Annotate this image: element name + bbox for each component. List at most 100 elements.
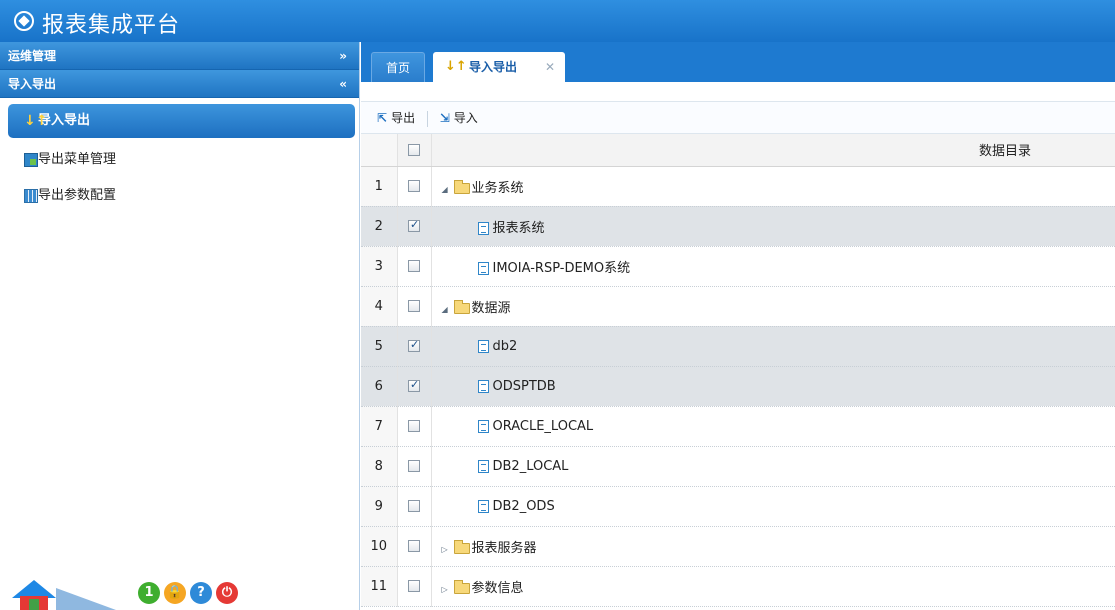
export-button[interactable]: ⇱ 导出 — [377, 102, 415, 134]
tab-bar: 首页 ↓↑ 导入导出 ✕ — [361, 42, 1115, 82]
row-checkbox[interactable] — [408, 580, 420, 592]
row-checkbox[interactable] — [408, 218, 420, 232]
export-icon: ⇱ — [377, 111, 388, 125]
tree-collapsed-icon[interactable]: ▷ — [442, 585, 454, 594]
import-button[interactable]: ⇲ 导入 — [440, 102, 478, 134]
lock-icon[interactable]: 🔒 — [164, 582, 186, 604]
row-number: 2 — [361, 206, 398, 247]
column-header-directory[interactable]: 数据目录 — [431, 134, 1115, 167]
sidebar-item-label: 导出菜单管理 — [38, 152, 117, 167]
user-icon[interactable]: 1 — [138, 582, 160, 604]
folder-icon — [453, 179, 470, 194]
tree-node-label: 业务系统 — [471, 180, 524, 196]
sidebar-bottom-bar: 1 🔒 ? ⏻ — [0, 570, 360, 610]
chevron-up-icon[interactable]: « — [339, 70, 347, 98]
row-checkbox[interactable] — [408, 500, 420, 512]
export-label: 导出 — [391, 111, 416, 125]
table-row[interactable]: 10 ▷ 报表服务器 — [361, 526, 1115, 567]
row-checkbox[interactable] — [408, 378, 420, 392]
tab-label: 导入导出 — [469, 60, 518, 74]
table-row[interactable]: 11 ▷ 参数信息 — [361, 566, 1115, 607]
tree-node-label: 参数信息 — [471, 580, 524, 596]
row-checkbox[interactable] — [408, 460, 420, 472]
decor-triangle — [56, 588, 116, 610]
sidebar-section-import-export[interactable]: 导入导出 « — [0, 70, 359, 98]
row-number: 4 — [361, 286, 398, 327]
tree-expanded-icon[interactable]: ◢ — [442, 185, 454, 194]
tree-node-label: db2 — [492, 338, 518, 354]
table-row[interactable]: 2 报表系统 — [361, 206, 1115, 247]
document-icon — [477, 379, 489, 393]
spacer-row — [361, 82, 1115, 102]
tree-node-label: 报表服务器 — [471, 540, 537, 556]
sort-arrows-icon: ↓↑ — [445, 59, 467, 74]
help-icon[interactable]: ? — [190, 582, 212, 604]
tree-node-label: DB2_ODS — [492, 498, 555, 514]
table-row[interactable]: 7 ORACLE_LOCAL — [361, 406, 1115, 447]
row-checkbox[interactable] — [408, 300, 420, 312]
row-number: 10 — [361, 526, 398, 567]
row-number: 3 — [361, 246, 398, 287]
row-number: 8 — [361, 446, 398, 487]
document-icon — [477, 419, 489, 433]
table-header-row: 数据目录 — [361, 134, 1115, 167]
sidebar-section-label: 运维管理 — [8, 49, 57, 63]
row-number: 11 — [361, 566, 398, 607]
table-row[interactable]: 9 DB2_ODS — [361, 486, 1115, 527]
row-checkbox[interactable] — [408, 260, 420, 272]
tree-node-label: ODSPTDB — [492, 378, 556, 394]
tree-collapsed-icon[interactable]: ▷ — [442, 545, 454, 554]
row-number: 9 — [361, 486, 398, 527]
table-row[interactable]: 1 ◢ 业务系统 — [361, 166, 1115, 207]
sidebar-menu: ↓↑ 导入导出 导出菜单管理 导出参数配置 — [0, 98, 359, 214]
sidebar-item-import-export[interactable]: ↓↑ 导入导出 — [8, 104, 355, 138]
power-icon[interactable]: ⏻ — [216, 582, 238, 604]
table-row[interactable]: 8 DB2_LOCAL — [361, 446, 1115, 487]
document-icon — [477, 261, 489, 275]
document-icon — [477, 459, 489, 473]
select-all-cell — [397, 134, 432, 167]
table-row[interactable]: 4 ◢ 数据源 — [361, 286, 1115, 327]
config-grid-icon — [24, 189, 38, 203]
row-number: 1 — [361, 166, 398, 207]
data-directory-table: 数据目录 1 ◢ 业务系统 2 报表系统 3 IMOIA-RSP-DEMO系统 4 — [361, 134, 1115, 607]
row-checkbox[interactable] — [408, 180, 420, 192]
tree-node-label: 报表系统 — [492, 220, 545, 236]
platform-logo-icon — [14, 11, 34, 31]
close-icon[interactable]: ✕ — [545, 52, 555, 82]
home-icon[interactable] — [12, 580, 56, 610]
toolbar: ⇱ 导出 ⇲ 导入 — [361, 102, 1115, 134]
chevron-down-icon[interactable]: » — [339, 42, 347, 70]
import-label: 导入 — [453, 111, 478, 125]
row-checkbox[interactable] — [408, 420, 420, 432]
sidebar-item-export-params[interactable]: 导出参数配置 — [8, 178, 355, 214]
tree-node-label: IMOIA-RSP-DEMO系统 — [492, 260, 631, 276]
row-checkbox[interactable] — [408, 338, 420, 352]
tree-node-label: ORACLE_LOCAL — [492, 418, 594, 434]
table-row[interactable]: 5 db2 — [361, 326, 1115, 367]
tab-home[interactable]: 首页 — [371, 52, 425, 82]
tree-node-label: 数据源 — [471, 300, 511, 316]
main-panel: 首页 ↓↑ 导入导出 ✕ ⇱ 导出 ⇲ 导入 数据目录 1 ◢ 业务系统 2 ✓… — [361, 42, 1115, 610]
tree-expanded-icon[interactable]: ◢ — [442, 305, 454, 314]
import-icon: ⇲ — [439, 111, 450, 125]
table-row[interactable]: 3 IMOIA-RSP-DEMO系统 — [361, 246, 1115, 287]
document-icon — [477, 339, 489, 353]
table-row[interactable]: 6 ODSPTDB — [361, 366, 1115, 407]
tab-import-export[interactable]: ↓↑ 导入导出 ✕ — [433, 52, 565, 82]
document-icon — [477, 499, 489, 513]
sidebar-item-label: 导出参数配置 — [38, 188, 117, 203]
sidebar-item-export-menu[interactable]: 导出菜单管理 — [8, 142, 355, 178]
sidebar-section-ops[interactable]: 运维管理 » — [0, 42, 359, 70]
row-number: 5 — [361, 326, 398, 367]
row-number: 6 — [361, 366, 398, 407]
sidebar-section-label: 导入导出 — [8, 77, 57, 91]
row-checkbox[interactable] — [408, 540, 420, 552]
tree-node-label: DB2_LOCAL — [492, 458, 569, 474]
row-number: 7 — [361, 406, 398, 447]
sort-arrows-icon: ↓↑ — [24, 113, 48, 129]
app-header: 报表集成平台 — [0, 0, 1115, 42]
document-icon — [477, 221, 489, 235]
sidebar: 运维管理 » 导入导出 « ↓↑ 导入导出 导出菜单管理 导出参数配置 1 🔒 … — [0, 42, 360, 610]
select-all-checkbox[interactable] — [408, 143, 420, 156]
